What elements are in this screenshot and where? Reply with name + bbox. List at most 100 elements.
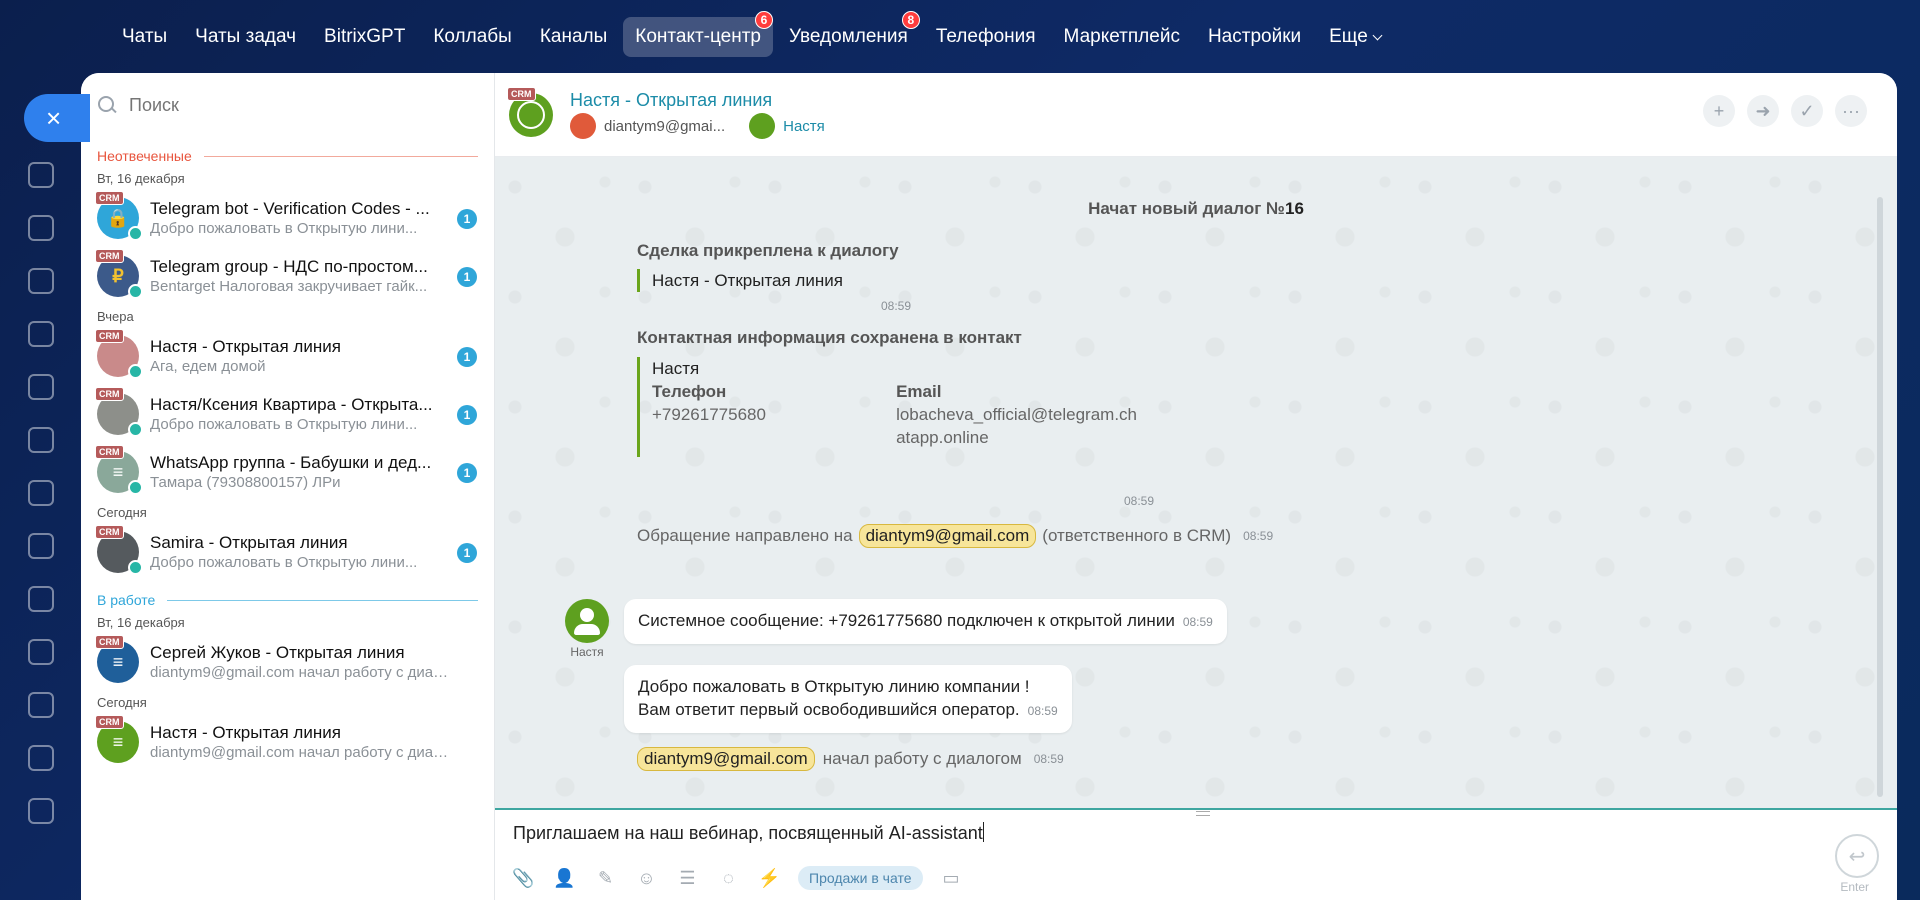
nav-task-chats[interactable]: Чаты задач: [183, 17, 308, 57]
nav-more[interactable]: Еще: [1317, 17, 1393, 57]
nav-label: Чаты: [122, 26, 168, 47]
send-button[interactable]: ↩: [1835, 834, 1879, 878]
close-icon: ×: [46, 102, 62, 133]
nav-channels[interactable]: Каналы: [528, 17, 619, 57]
nav-telephony[interactable]: Телефония: [924, 17, 1048, 57]
avatar[interactable]: [565, 599, 609, 643]
user-mention[interactable]: diantym9@gmail.com: [637, 747, 815, 771]
deal-attached-title: Сделка прикреплена к диалогу: [637, 241, 899, 260]
chevron-down-icon: [1372, 30, 1383, 41]
welcome-message[interactable]: Добро пожаловать в Открытую линию компан…: [624, 665, 1072, 733]
background-sidebar: [0, 80, 82, 900]
chat-last-message: Ага, едем домой: [150, 357, 266, 375]
attach-icon[interactable]: 📎: [511, 867, 536, 889]
nav-settings[interactable]: Настройки: [1196, 17, 1313, 57]
date-label: Вчера: [97, 309, 134, 324]
date-label: Вт, 16 декабря: [97, 615, 185, 630]
notice-text: начал работу с диалогом: [822, 749, 1022, 768]
resize-handle[interactable]: [1196, 811, 1210, 816]
drive-icon: [28, 215, 54, 241]
dialog-participants: diantym9@gmai... Настя: [570, 113, 825, 139]
finish-dialog-button[interactable]: ✓: [1791, 95, 1823, 127]
openline-icon: [128, 364, 143, 379]
chat-item[interactable]: ₽ CRM Telegram group - НДС по-простом... B…: [81, 247, 494, 305]
input-value: Приглашаем на наш вебинар, посвященный A…: [513, 823, 983, 843]
check-icon: ✓: [1799, 100, 1815, 121]
user-icon[interactable]: 👤: [552, 867, 577, 889]
edit-icon[interactable]: ✎: [593, 867, 618, 889]
unread-counter: 1: [457, 463, 477, 483]
avatar[interactable]: [570, 113, 596, 139]
nav-collabs[interactable]: Коллабы: [421, 17, 524, 57]
forward-button[interactable]: ➜: [1747, 95, 1779, 127]
dialog-title[interactable]: Настя - Открытая линия: [570, 90, 772, 111]
participant-name[interactable]: Настя: [783, 118, 825, 135]
text-cursor: [982, 822, 984, 842]
analytics-icon: [28, 480, 54, 506]
openline-chat-icon: [517, 100, 545, 129]
message-textarea[interactable]: Приглашаем на наш вебинар, посвященный A…: [513, 822, 984, 844]
crm-badge: CRM: [95, 329, 124, 343]
messenger-panel: Неотвеченные Вт, 16 декабря 🔒CRM Telegra…: [81, 73, 1897, 900]
chat-item[interactable]: ≡ CRM WhatsApp группа - Бабушки и дед... Т…: [81, 443, 494, 501]
date-label: Вт, 16 декабря: [97, 171, 185, 186]
participant-name[interactable]: diantym9@gmai...: [604, 118, 725, 135]
message-list[interactable]: Начат новый диалог №16 Сделка прикреплен…: [495, 157, 1897, 808]
nav-contact-center[interactable]: Контакт-центр 6: [623, 11, 774, 57]
chat-item[interactable]: 🔒 CRM Telegram bot - Verification Codes -…: [81, 189, 494, 247]
add-user-button[interactable]: +: [1703, 95, 1735, 127]
openline-icon: [128, 284, 143, 299]
avatar[interactable]: [749, 113, 776, 139]
chat-title: Telegram bot - Verification Codes - ...: [150, 198, 430, 218]
chat-item[interactable]: CRM Samira - Открытая линия Добро пожалов…: [81, 523, 494, 581]
chat-last-message: Тамара (79308800157) ЛРи: [150, 473, 341, 491]
nav-marketplace[interactable]: Маркетплейс: [1052, 17, 1192, 57]
avatar: 🔒 CRM: [95, 191, 143, 241]
chat-item[interactable]: ≡ CRM Настя - Открытая линия diantym9@gmai…: [81, 713, 494, 771]
sites-icon: [28, 639, 54, 665]
hidden-message-icon[interactable]: ◌: [716, 867, 741, 889]
message-time: 08:59: [881, 299, 912, 313]
chat-title: Настя - Открытая линия: [150, 336, 341, 356]
chat-title: Сергей Жуков - Открытая линия: [150, 642, 405, 662]
nav-label: Чаты задач: [195, 26, 297, 47]
screen-icon[interactable]: ▭: [939, 867, 964, 889]
search-input[interactable]: [129, 94, 429, 116]
email-value-cont: atapp.online: [896, 428, 989, 447]
phone-value: +79261775680: [652, 405, 766, 424]
contact-card: Настя Телефон +79261775680 Email lobache…: [637, 357, 1137, 457]
chat-item[interactable]: CRM Настя/Ксения Квартира - Открыта... До…: [81, 385, 494, 443]
chat-item[interactable]: ≡ CRM Сергей Жуков - Открытая линия dianty…: [81, 633, 494, 691]
nav-chats[interactable]: Чаты: [110, 17, 179, 57]
user-icon: [580, 608, 594, 622]
chat-item[interactable]: CRM Настя - Открытая линия Ага, едем домо…: [81, 327, 494, 385]
contact-name: Настя: [652, 359, 700, 378]
scrollbar[interactable]: [1877, 197, 1883, 797]
message-time: 08:59: [1033, 752, 1064, 766]
smile-icon[interactable]: ☺: [634, 867, 659, 889]
cart-icon: [28, 321, 54, 347]
nav-notifications[interactable]: Уведомления 8: [777, 11, 920, 57]
user-mention[interactable]: diantym9@gmail.com: [858, 524, 1037, 548]
sender-name: Настя: [570, 645, 604, 659]
date-label: Сегодня: [97, 695, 147, 710]
quick-answers-icon[interactable]: ☰: [675, 867, 700, 889]
phone-label: Телефон: [652, 382, 727, 401]
crm-badge: CRM: [95, 387, 124, 401]
deal-link[interactable]: Настя - Открытая линия: [637, 269, 843, 292]
system-message[interactable]: Системное сообщение: +79261775680 подклю…: [624, 599, 1227, 644]
chat-title: Samira - Открытая линия: [150, 532, 348, 552]
close-panel-button[interactable]: ×: [24, 94, 90, 142]
dialog-avatar[interactable]: CRM: [507, 86, 553, 137]
crm-badge: CRM: [95, 445, 124, 459]
lightning-icon[interactable]: ⚡: [757, 867, 782, 889]
section-unanswered: Неотвеченные: [81, 145, 494, 167]
nav-bitrixgpt[interactable]: BitrixGPT: [312, 17, 417, 57]
section-divider: [167, 599, 478, 601]
sales-in-chat-button[interactable]: Продажи в чате: [798, 866, 923, 890]
plus-icon: +: [1713, 100, 1725, 121]
dev-icon: [28, 745, 54, 771]
more-button[interactable]: ···: [1835, 95, 1867, 127]
nav-label: Еще: [1329, 26, 1368, 47]
send-hint: Enter: [1840, 880, 1869, 894]
